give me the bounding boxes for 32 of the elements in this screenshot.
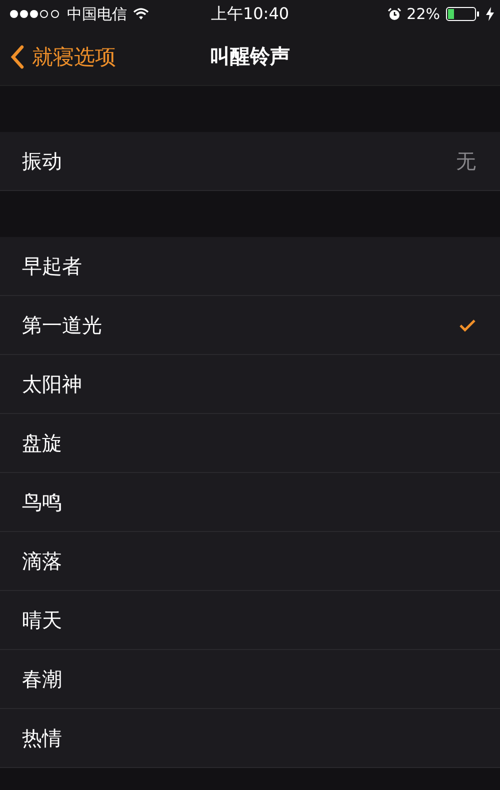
tone-name: 热情 — [22, 724, 62, 752]
tone-name: 第一道光 — [22, 312, 102, 338]
tone-row[interactable]: 春潮 — [0, 650, 500, 709]
status-time: 上午10:40 — [210, 4, 290, 24]
tone-name: 太阳神 — [22, 370, 82, 398]
battery-icon — [446, 7, 480, 21]
tone-name: 滴落 — [22, 548, 62, 574]
row-label: 振动 — [22, 148, 62, 174]
signal-icon — [9, 9, 61, 19]
alarm-icon — [388, 8, 401, 20]
tone-name: 早起者 — [22, 252, 82, 280]
tone-row[interactable]: 热情 — [0, 709, 500, 768]
tone-name: 晴天 — [22, 606, 62, 634]
nav-title: 叫醒铃声 — [210, 43, 290, 70]
tone-row[interactable]: 鸟鸣 — [0, 473, 500, 532]
wifi-icon — [133, 8, 149, 20]
tone-name: 鸟鸣 — [22, 488, 62, 516]
tone-row[interactable]: 第一道光 — [0, 296, 500, 355]
tone-row[interactable]: 晴天 — [0, 591, 500, 650]
tone-row[interactable]: 盘旋 — [0, 414, 500, 473]
tone-row[interactable]: 滴落 — [0, 532, 500, 591]
tone-row[interactable]: 太阳神 — [0, 355, 500, 414]
row-value: 无 — [456, 148, 476, 174]
battery-percent: 22% — [406, 5, 440, 23]
back-chevron-icon — [10, 44, 24, 68]
charging-icon — [486, 7, 494, 21]
vibration-row[interactable]: 振动 无 — [0, 132, 500, 191]
back-button[interactable]: 就寝选项 — [0, 42, 116, 70]
tone-name: 春潮 — [22, 666, 62, 692]
carrier-name: 中国电信 — [67, 4, 127, 24]
tone-name: 盘旋 — [22, 430, 62, 456]
tone-row[interactable]: 早起者 — [0, 237, 500, 296]
